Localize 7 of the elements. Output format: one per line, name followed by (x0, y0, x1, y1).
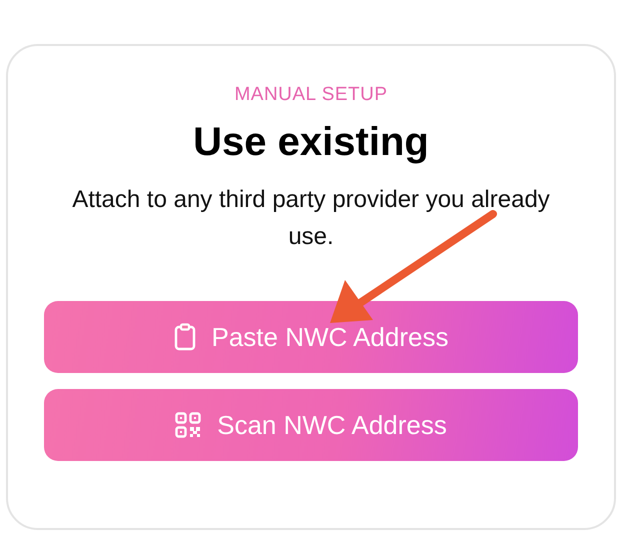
qr-code-icon (175, 412, 202, 438)
card-title: Use existing (193, 120, 429, 165)
clipboard-icon (174, 323, 196, 351)
paste-button[interactable]: Paste NWC Address (44, 301, 578, 373)
description: Attach to any third party provider you already use. (71, 185, 551, 252)
section-label: MANUAL SETUP (234, 84, 388, 106)
scan-button[interactable]: Scan NWC Address (44, 389, 578, 461)
